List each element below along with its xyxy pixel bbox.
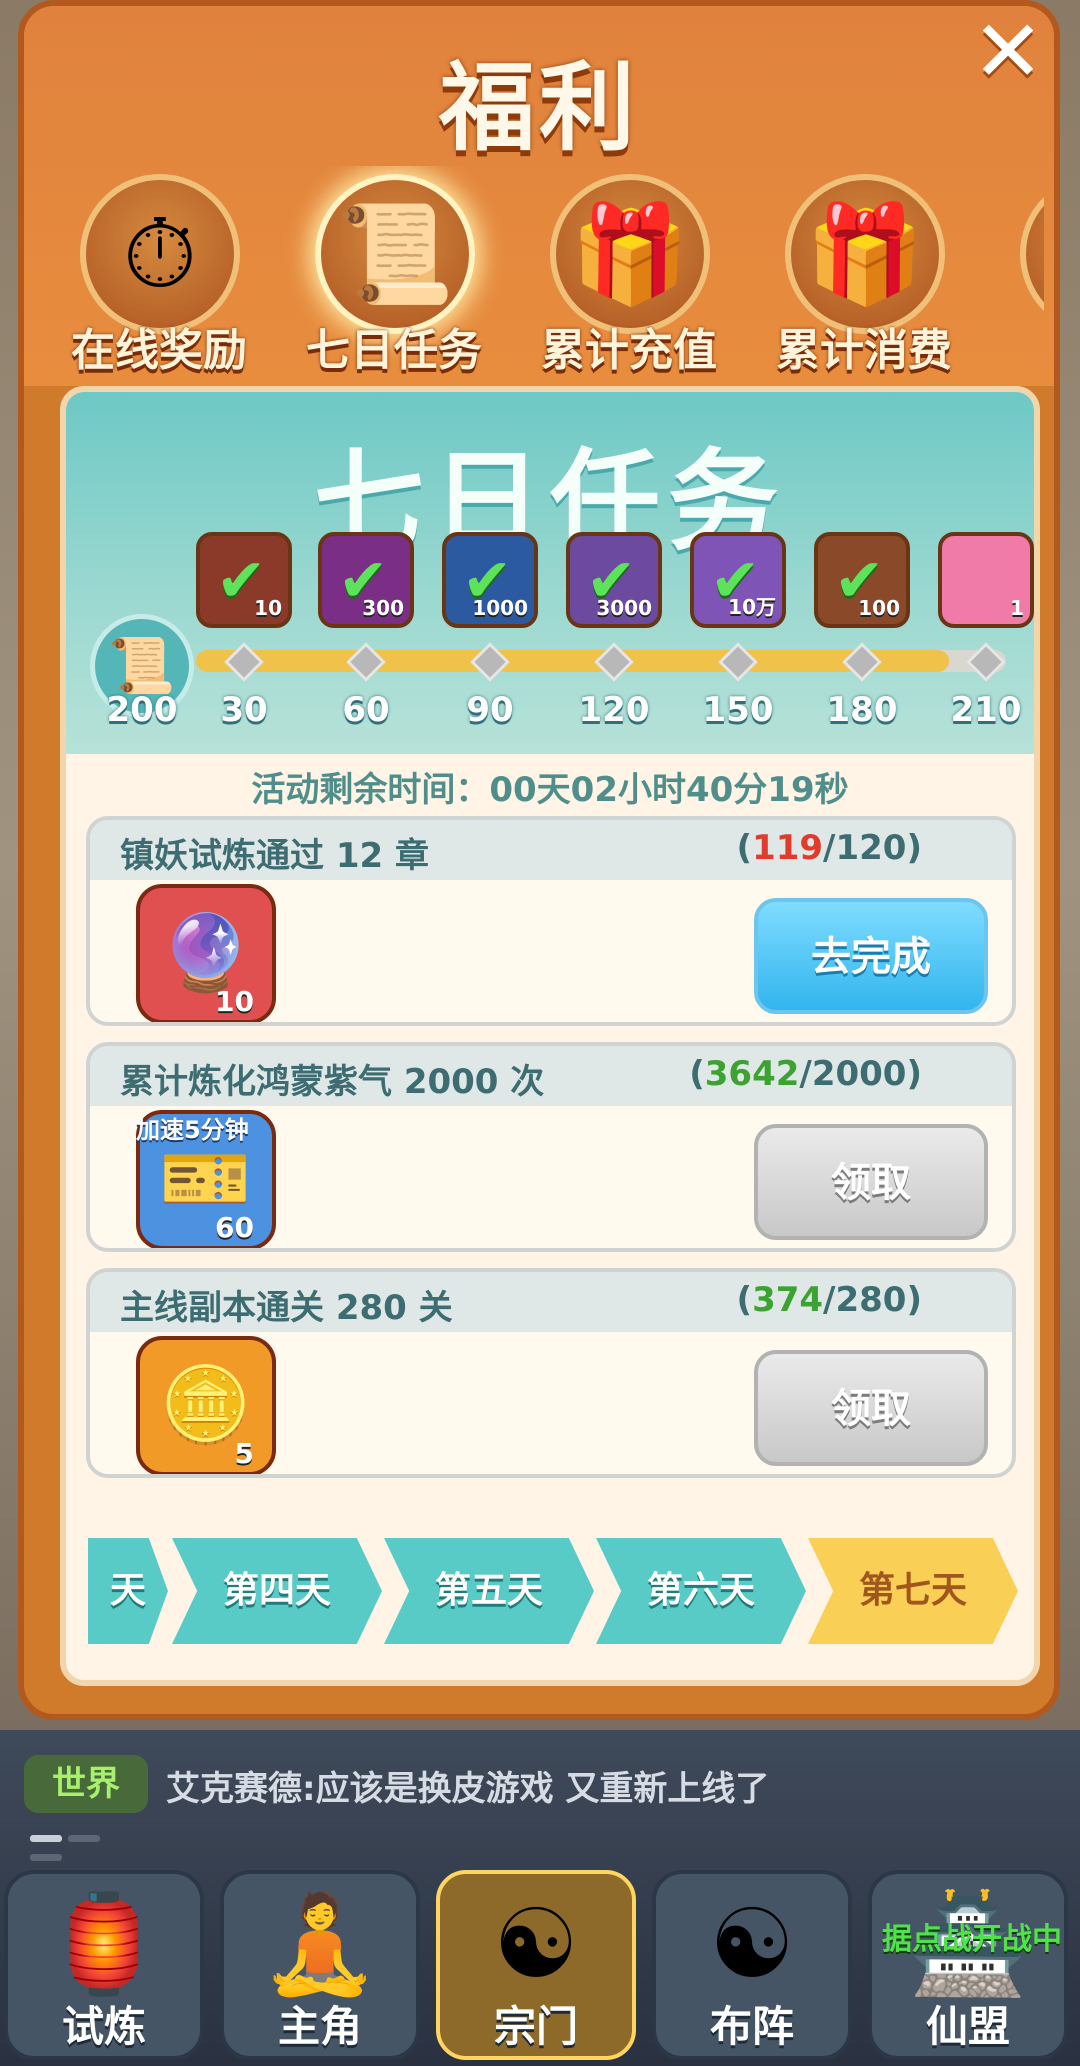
seven-day-panel: 七日任务 📜 200 ✔ 10 30 ✔ 300 60 ✔ 1000 90 ✔ 3000 120 ✔ 10…: [60, 386, 1040, 1686]
nav-alliance[interactable]: 🏯 据点战开战中 仙盟: [868, 1870, 1068, 2060]
tab-bar: ⏱ 在线奖励 📜 七日任务 🎁 累计充值 🎁 累计消费 🪽 尊享: [44, 166, 1044, 386]
item-count: 60: [215, 1211, 254, 1244]
day-tab-7[interactable]: 第七天: [808, 1538, 1018, 1644]
task-progress-total: 280: [835, 1280, 907, 1320]
reward-quantity: 10: [254, 596, 282, 620]
bottom-nav: 🏮 试炼 🧘 主角 ☯ 宗门 ☯ 布阵 🏯 据点战开战中 仙盟: [0, 1850, 1080, 2066]
stopwatch-icon: ⏱: [122, 198, 198, 310]
milestone-reward-1[interactable]: ✔ 10: [196, 532, 292, 628]
milestone-label: 60: [342, 690, 390, 730]
milestone-label: 150: [702, 690, 774, 730]
milestone-label: 120: [578, 690, 650, 730]
hero-statue-icon: 🧘: [260, 1888, 380, 2000]
task-title: 镇妖试炼通过 12 章: [120, 836, 429, 876]
item-count: 10: [215, 985, 254, 1018]
reward-quantity: 300: [362, 596, 404, 620]
milestone-marker: [842, 642, 882, 682]
event-countdown: 活动剩余时间：00天02小时40分19秒: [251, 770, 849, 810]
milestone-marker: [718, 642, 758, 682]
world-chat-bar[interactable]: 世界 艾克赛德:应该是换皮游戏 又重新上线了: [0, 1735, 1080, 1861]
incense-burner-icon: ☯: [492, 1888, 580, 2000]
close-icon[interactable]: ✕: [972, 9, 1044, 95]
milestone-reward-5[interactable]: ✔ 10万: [690, 532, 786, 628]
day-selector: 天 第四天 第五天 第六天 第七天: [88, 1538, 1018, 1648]
tab-cumulative-recharge[interactable]: 🎁 累计充值: [514, 166, 744, 376]
day-tab-5[interactable]: 第五天: [384, 1538, 594, 1644]
task-progress-current: 374: [752, 1280, 824, 1320]
nav-hero[interactable]: 🧘 主角: [220, 1870, 420, 2060]
tab-seven-day-tasks[interactable]: 📜 七日任务: [279, 166, 509, 376]
task-row: 镇妖试炼通过 12 章 (119/120) 🔮 10 去完成: [86, 816, 1016, 1026]
tab-vip[interactable]: 🪽 尊享: [984, 166, 1044, 376]
milestone-reward-2[interactable]: ✔ 300: [318, 532, 414, 628]
milestone-reward-3[interactable]: ✔ 1000: [442, 532, 538, 628]
milestone-reward-4[interactable]: ✔ 3000: [566, 532, 662, 628]
milestone-marker: [224, 642, 264, 682]
alliance-battle-badge: 据点战开战中: [882, 1922, 1062, 1957]
milestone-marker: [966, 642, 1006, 682]
milestone-label: 90: [466, 690, 514, 730]
modal-header: 福利 ✕ ⏱ 在线奖励 📜 七日任务 🎁 累计充值 🎁 累计消费: [24, 6, 1054, 386]
task-progress-current: 3642: [704, 1054, 800, 1094]
day-tab-3[interactable]: 天: [88, 1538, 168, 1644]
task-progress: (3642/2000): [689, 1054, 922, 1094]
blue-orb-chest-icon[interactable]: 🔮 10: [136, 884, 276, 1022]
taiji-formation-icon: ☯: [708, 1888, 796, 2000]
wings-icon: 🪽: [1020, 174, 1044, 334]
nav-trial[interactable]: 🏮 试炼: [4, 1870, 204, 2060]
reward-quantity: 1000: [472, 596, 528, 620]
speedup-ticket-icon[interactable]: 🎫 加速5分钟 60: [136, 1110, 276, 1248]
task-progress: (374/280): [736, 1280, 922, 1320]
task-progress-total: 120: [835, 828, 907, 868]
reward-quantity: 3000: [596, 596, 652, 620]
milestone-marker: [346, 642, 386, 682]
welfare-modal: 福利 ✕ ⏱ 在线奖励 📜 七日任务 🎁 累计充值 🎁 累计消费 七日任务 📜 …: [18, 0, 1060, 1720]
chat-page-indicator: [30, 1827, 140, 1861]
item-tag: 加速5分钟: [136, 1116, 249, 1144]
day-tab-6[interactable]: 第六天: [596, 1538, 806, 1644]
milestone-label: 180: [826, 690, 898, 730]
day-tab-4[interactable]: 第四天: [172, 1538, 382, 1644]
tab-online-reward[interactable]: ⏱ 在线奖励: [44, 166, 274, 376]
chat-channel-tag[interactable]: 世界: [24, 1755, 148, 1813]
banner: 七日任务 📜 200 ✔ 10 30 ✔ 300 60 ✔ 1000 90 ✔ 3000 120 ✔ 10…: [66, 392, 1034, 754]
chat-message: 艾克赛德:应该是换皮游戏 又重新上线了: [166, 1769, 770, 1809]
claim-button[interactable]: 领取: [754, 1124, 988, 1240]
nav-formation[interactable]: ☯ 布阵: [652, 1870, 852, 2060]
points-progress-fill: [196, 650, 949, 672]
trial-shrine-icon: 🏮: [44, 1888, 164, 2000]
gold-token-icon[interactable]: 🪙 5: [136, 1336, 276, 1474]
milestone-marker: [594, 642, 634, 682]
modal-title: 福利: [439, 52, 639, 164]
task-row: 累计炼化鸿蒙紫气 2000 次 (3642/2000) 🎫 加速5分钟 60 领取: [86, 1042, 1016, 1252]
task-progress-total: 2000: [811, 1054, 907, 1094]
reward-quantity: 1: [1010, 596, 1024, 620]
purple-gift-icon: 🎁: [805, 198, 925, 310]
task-title: 累计炼化鸿蒙紫气 2000 次: [120, 1062, 545, 1102]
task-header: 主线副本通关 280 关 (374/280): [90, 1272, 1012, 1332]
task-title: 主线副本通关 280 关: [120, 1288, 453, 1328]
go-complete-button[interactable]: 去完成: [754, 898, 988, 1014]
milestone-label: 210: [950, 690, 1022, 730]
claim-button[interactable]: 领取: [754, 1350, 988, 1466]
tab-cumulative-spending[interactable]: 🎁 累计消费: [749, 166, 979, 376]
points-value: 200: [106, 690, 178, 730]
task-header: 累计炼化鸿蒙紫气 2000 次 (3642/2000): [90, 1046, 1012, 1106]
task-header: 镇妖试炼通过 12 章 (119/120): [90, 820, 1012, 880]
milestone-label: 30: [220, 690, 268, 730]
milestone-marker: [470, 642, 510, 682]
task-progress: (119/120): [736, 828, 922, 868]
reward-quantity: 100: [858, 596, 900, 620]
nav-sect[interactable]: ☯ 宗门: [436, 1870, 636, 2060]
task-progress-current: 119: [752, 828, 824, 868]
item-count: 5: [234, 1437, 254, 1470]
task-row: 主线副本通关 280 关 (374/280) 🪙 5 领取: [86, 1268, 1016, 1478]
gift-box-icon: 🎁: [570, 198, 690, 310]
milestone-reward-7[interactable]: 1: [938, 532, 1034, 628]
milestone-reward-6[interactable]: ✔ 100: [814, 532, 910, 628]
reward-quantity: 10万: [728, 595, 776, 619]
scroll-star-icon: 📜: [335, 198, 455, 310]
